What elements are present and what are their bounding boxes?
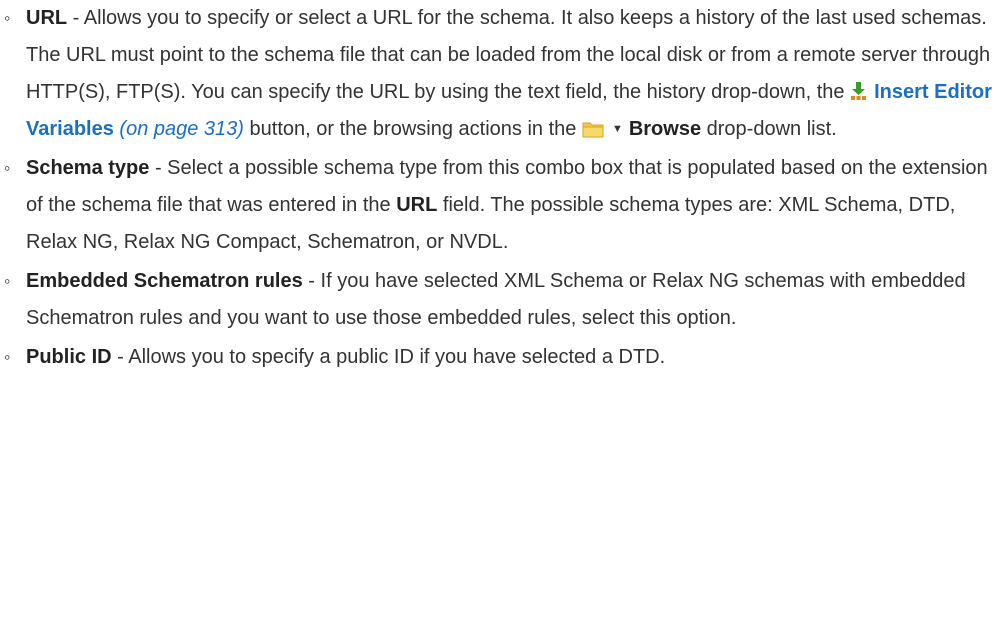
term-embedded-schematron-rules: Embedded Schematron rules <box>26 270 303 292</box>
separator: - <box>302 270 321 292</box>
list-item-embedded-schematron-rules: ◦ Embedded Schematron rules - If you hav… <box>0 263 992 337</box>
term-url: URL <box>26 7 68 29</box>
dropdown-caret-icon: ▼ <box>611 123 623 135</box>
term-public-id: Public ID <box>26 346 112 368</box>
separator: - <box>149 157 168 179</box>
document-body: ◦ URL - Allows you to specify or select … <box>0 0 1006 378</box>
bullet: ◦ <box>4 8 11 28</box>
description-text: button, or the browsing actions in the <box>243 118 582 140</box>
insert-editor-variables-icon <box>850 81 868 101</box>
separator: - <box>67 7 84 29</box>
list-item-schema-type: ◦ Schema type - Select a possible schema… <box>0 150 992 261</box>
description-text: Allows you to specify or select a URL fo… <box>26 7 991 103</box>
list-item-public-id: ◦ Public ID - Allows you to specify a pu… <box>0 339 992 376</box>
option-list: ◦ URL - Allows you to specify or select … <box>0 0 1006 376</box>
term-schema-type: Schema type <box>26 157 150 179</box>
page-reference-link[interactable]: (on page 313) <box>119 118 244 140</box>
separator: - <box>111 346 129 368</box>
folder-icon <box>582 120 604 138</box>
bullet: ◦ <box>4 158 11 178</box>
description-text: Allows you to specify a public ID if you… <box>128 346 666 368</box>
description-text: drop-down list. <box>701 118 837 140</box>
browse-label: Browse <box>628 118 702 140</box>
bullet: ◦ <box>4 271 11 291</box>
field-reference-url: URL <box>396 194 438 216</box>
list-item-url: ◦ URL - Allows you to specify or select … <box>0 0 992 148</box>
bullet: ◦ <box>4 347 11 367</box>
